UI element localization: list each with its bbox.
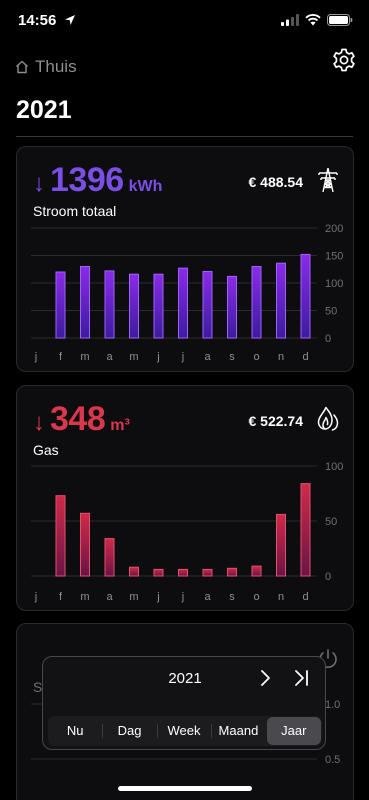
bar-n[interactable] bbox=[276, 513, 286, 577]
bar-a[interactable] bbox=[104, 270, 115, 339]
y-tick-label: 1.0 bbox=[325, 699, 340, 711]
x-tick-label: d bbox=[302, 351, 308, 363]
home-indicator bbox=[118, 786, 252, 791]
page-title: 2021 bbox=[16, 96, 72, 124]
x-tick-label: n bbox=[278, 351, 284, 363]
x-tick-label: j bbox=[181, 591, 184, 603]
x-tick-label: o bbox=[253, 351, 259, 363]
gas-card[interactable]: ↓ 348 m³ Gas € 522.74 100 50 0 j f m a m j j a s o n d bbox=[16, 385, 354, 611]
bar-a[interactable] bbox=[202, 270, 213, 339]
segment-month[interactable]: Maand bbox=[211, 716, 265, 746]
x-tick-label: f bbox=[59, 591, 63, 603]
status-time: 14:56 bbox=[18, 12, 57, 29]
skip-to-end-icon[interactable] bbox=[294, 669, 310, 687]
location-arrow-icon bbox=[65, 15, 75, 25]
bar-j[interactable] bbox=[153, 273, 164, 339]
x-tick-label: f bbox=[59, 351, 63, 363]
status-icons bbox=[281, 14, 353, 26]
back-to-home-link[interactable]: Thuis bbox=[15, 57, 77, 77]
x-tick-label: m bbox=[80, 591, 89, 603]
x-tick-label: m bbox=[129, 591, 138, 603]
bar-f[interactable] bbox=[55, 271, 66, 339]
period-segmented-control: Nu Dag Week Maand Jaar bbox=[48, 716, 322, 746]
bar-a[interactable] bbox=[202, 568, 213, 577]
bar-f[interactable] bbox=[55, 495, 66, 577]
x-tick-label: s bbox=[229, 591, 235, 603]
bar-a[interactable] bbox=[104, 538, 115, 577]
y-tick-label: 0 bbox=[325, 333, 331, 345]
x-tick-label: a bbox=[106, 591, 113, 603]
segment-year[interactable]: Jaar bbox=[266, 717, 322, 745]
y-tick-label: 0.5 bbox=[325, 754, 340, 766]
chevron-right-icon[interactable] bbox=[257, 669, 273, 687]
x-tick-label: o bbox=[253, 591, 259, 603]
bar-d[interactable] bbox=[300, 483, 311, 577]
x-tick-label: n bbox=[278, 591, 284, 603]
y-tick-label: 100 bbox=[325, 461, 343, 473]
gas-bar-chart: 100 50 0 j f m a m j j a s o n d bbox=[31, 461, 343, 603]
bar-s[interactable] bbox=[227, 275, 237, 339]
bar-j[interactable] bbox=[153, 568, 164, 577]
x-tick-label: j bbox=[156, 591, 159, 603]
bar-o[interactable] bbox=[251, 266, 262, 339]
x-tick-label: s bbox=[229, 351, 235, 363]
bar-d[interactable] bbox=[300, 253, 311, 339]
bar-j[interactable] bbox=[178, 568, 188, 577]
segment-day[interactable]: Dag bbox=[102, 716, 156, 746]
x-tick-label: j bbox=[156, 351, 159, 363]
x-tick-label: a bbox=[204, 591, 211, 603]
bar-m[interactable] bbox=[80, 266, 90, 339]
y-tick-label: 50 bbox=[325, 516, 337, 528]
y-tick-label: 200 bbox=[325, 223, 343, 235]
x-tick-label: m bbox=[80, 351, 89, 363]
bar-m[interactable] bbox=[129, 566, 139, 577]
x-tick-label: a bbox=[106, 351, 113, 363]
bar-s[interactable] bbox=[227, 567, 237, 577]
bar-n[interactable] bbox=[276, 262, 286, 339]
electricity-card[interactable]: ↓ 1396 kWh Stroom totaal € 488.54 200 150… bbox=[16, 146, 354, 372]
y-tick-label: 50 bbox=[325, 306, 337, 318]
home-icon bbox=[16, 60, 28, 74]
back-label: Thuis bbox=[35, 57, 77, 76]
wifi-icon bbox=[305, 14, 321, 26]
x-tick-label: m bbox=[129, 351, 138, 363]
header-divider bbox=[16, 136, 353, 137]
bar-j[interactable] bbox=[178, 267, 188, 339]
segment-week[interactable]: Week bbox=[156, 716, 211, 746]
battery-icon bbox=[327, 14, 353, 26]
x-tick-label: j bbox=[181, 351, 184, 363]
x-tick-label: a bbox=[204, 351, 211, 363]
x-tick-label: j bbox=[34, 351, 37, 363]
y-tick-label: 0 bbox=[325, 571, 331, 583]
bar-o[interactable] bbox=[251, 565, 262, 577]
electricity-bar-chart: 200 150 100 50 0 j f m a m j j a s o n d bbox=[31, 223, 343, 363]
x-tick-label: d bbox=[302, 591, 308, 603]
bar-m[interactable] bbox=[80, 512, 90, 577]
y-tick-label: 100 bbox=[325, 278, 343, 290]
settings-gear-icon[interactable] bbox=[331, 47, 357, 73]
picker-year: 2021 bbox=[168, 670, 202, 687]
bar-m[interactable] bbox=[129, 273, 139, 339]
y-tick-label: 150 bbox=[325, 251, 343, 263]
status-bar: 14:56 bbox=[0, 0, 369, 44]
signal-icon bbox=[281, 14, 299, 26]
period-picker: 2021 Nu Dag Week Maand Jaar bbox=[42, 656, 326, 750]
x-tick-label: j bbox=[34, 591, 37, 603]
segment-now[interactable]: Nu bbox=[48, 716, 102, 746]
